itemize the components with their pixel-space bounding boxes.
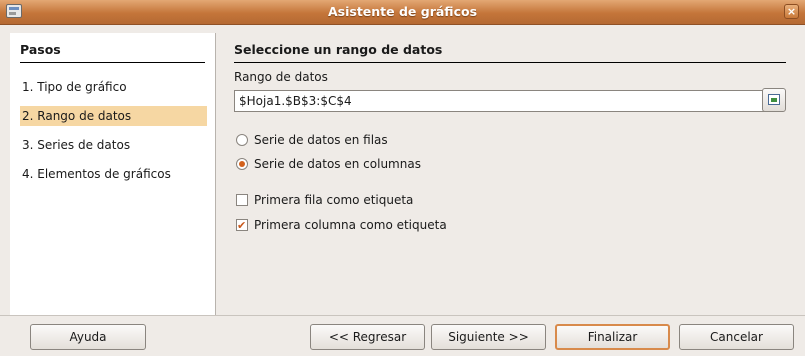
checkbox-checked[interactable]	[236, 217, 248, 235]
first-row-label-text: Primera fila como etiqueta	[254, 193, 414, 207]
step-data-range[interactable]: 2. Rango de datos	[20, 106, 207, 126]
button-bar: Ayuda << Regresar Siguiente >> Finalizar…	[0, 315, 805, 356]
radio-button[interactable]	[236, 134, 248, 146]
help-button[interactable]: Ayuda	[30, 324, 146, 350]
checkbox[interactable]	[236, 194, 248, 206]
next-button[interactable]: Siguiente >>	[431, 324, 546, 350]
step-chart-elements[interactable]: 4. Elementos de gráficos	[20, 164, 207, 184]
step-data-series[interactable]: 3. Series de datos	[20, 135, 207, 155]
title-bar[interactable]: Asistente de gráficos ×	[0, 0, 805, 25]
shrink-range-icon	[768, 94, 780, 105]
series-in-columns-label: Serie de datos en columnas	[254, 157, 421, 171]
chart-wizard-dialog: Asistente de gráficos × Pasos 1. Tipo de…	[0, 0, 805, 356]
series-in-rows-label: Serie de datos en filas	[254, 133, 388, 147]
range-label: Rango de datos	[234, 70, 328, 84]
finish-button[interactable]: Finalizar	[555, 324, 670, 350]
data-range-page: Seleccione un rango de datos Rango de da…	[216, 33, 801, 315]
heading-divider	[234, 62, 786, 63]
window-title: Asistente de gráficos	[327, 4, 478, 19]
data-range-input[interactable]	[234, 90, 771, 112]
shrink-range-button[interactable]	[762, 88, 786, 112]
radio-button-selected[interactable]	[236, 158, 248, 170]
step-chart-type[interactable]: 1. Tipo de gráfico	[20, 77, 207, 97]
back-button[interactable]: << Regresar	[310, 324, 425, 350]
page-heading: Seleccione un rango de datos	[234, 42, 443, 57]
steps-divider	[20, 62, 205, 63]
cancel-button[interactable]: Cancelar	[679, 324, 794, 350]
first-column-label-text: Primera columna como etiqueta	[254, 218, 447, 232]
close-icon[interactable]: ×	[784, 4, 799, 19]
steps-panel: Pasos 1. Tipo de gráfico 2. Rango de dat…	[10, 33, 216, 315]
steps-title: Pasos	[20, 42, 61, 57]
